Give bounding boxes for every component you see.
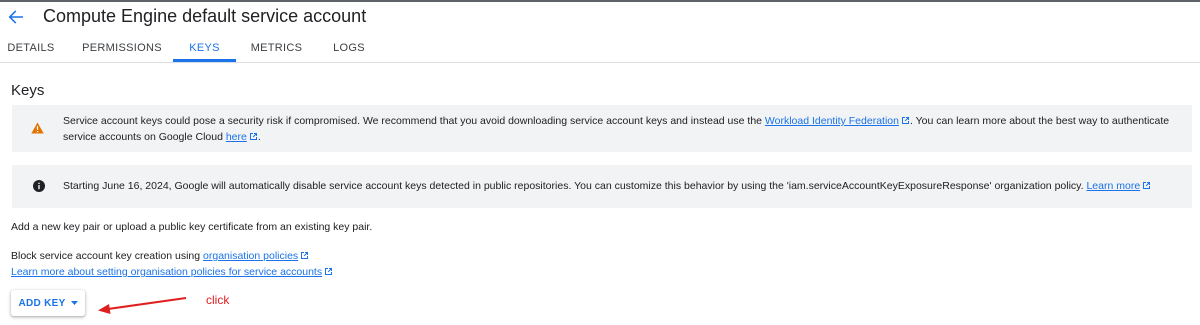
page-title: Compute Engine default service account [43,6,367,26]
page-header: Compute Engine default service account [0,2,1200,32]
info-banner: Starting June 16, 2024, Google will auto… [12,165,1192,208]
tab-details[interactable]: DETAILS [0,34,62,62]
warning-banner: Service account keys could pose a securi… [12,105,1192,152]
block-key-creation-text: Block service account key creation using… [11,248,309,264]
tab-logs[interactable]: LOGS [325,34,373,62]
info-icon [32,179,46,193]
add-key-label: ADD KEY [18,297,66,309]
warning-text-3: . [257,131,261,143]
caret-down-icon [70,301,78,305]
active-tab-indicator [173,59,236,62]
add-key-button[interactable]: ADD KEY [11,290,85,316]
back-button[interactable] [6,7,26,27]
external-link-icon [301,252,309,259]
tab-metrics[interactable]: METRICS [245,34,308,62]
learn-more-link[interactable]: Learn more [1086,180,1140,192]
arrow-back-icon [8,10,23,24]
add-key-description: Add a new key pair or upload a public ke… [11,221,373,233]
learn-more-org-policies-link[interactable]: Learn more about setting organisation po… [11,266,322,278]
keys-heading: Keys [11,82,45,99]
warning-icon [30,121,44,135]
warning-text-1: Service account keys could pose a securi… [63,115,765,127]
here-link[interactable]: here [226,131,247,143]
tab-permissions[interactable]: PERMISSIONS [80,34,164,62]
external-link-icon [249,133,257,140]
block-text: Block service account key creation using [11,250,204,262]
tab-keys[interactable]: KEYS [173,34,236,62]
external-link-icon [1143,182,1151,189]
info-message: Starting June 16, 2024, Google will auto… [63,178,1151,194]
organisation-policies-link[interactable]: organisation policies [203,250,298,262]
workload-identity-federation-link[interactable]: Workload Identity Federation [765,115,899,127]
click-annotation: click [206,293,230,307]
learn-policies-line: Learn more about setting organisation po… [11,264,333,280]
warning-message: Service account keys could pose a securi… [63,113,1183,145]
tab-bar: DETAILS PERMISSIONS KEYS METRICS LOGS [0,34,1200,63]
info-text: Starting June 16, 2024, Google will auto… [63,180,1087,192]
external-link-icon [901,117,909,124]
external-link-icon [325,268,333,275]
